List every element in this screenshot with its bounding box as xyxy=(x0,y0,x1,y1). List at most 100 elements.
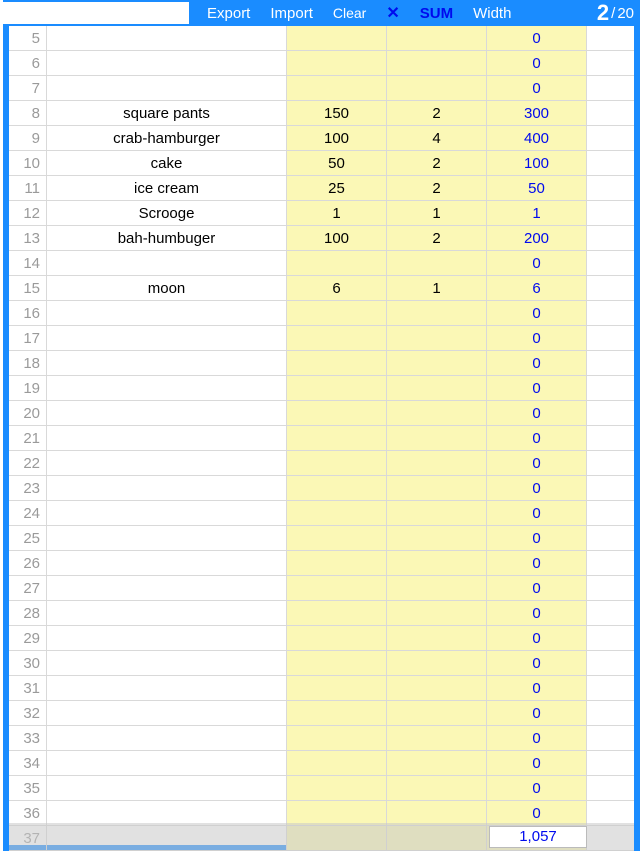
cell-name[interactable] xyxy=(47,351,287,375)
cell-name[interactable]: moon xyxy=(47,276,287,300)
cell-value-b[interactable] xyxy=(387,651,487,675)
row-header[interactable]: 7 xyxy=(9,76,47,100)
formula-input[interactable] xyxy=(3,2,189,24)
row-header[interactable]: 31 xyxy=(9,676,47,700)
row-header[interactable]: 34 xyxy=(9,751,47,775)
cell-value-a[interactable] xyxy=(287,76,387,100)
cell-result[interactable]: 0 xyxy=(487,376,587,400)
cell-value-b[interactable]: 4 xyxy=(387,126,487,150)
cell-value-b[interactable]: 2 xyxy=(387,176,487,200)
cell-value-b[interactable] xyxy=(387,701,487,725)
cell-result[interactable]: 0 xyxy=(487,351,587,375)
cell-value-a[interactable] xyxy=(287,251,387,275)
cell-result[interactable]: 0 xyxy=(487,726,587,750)
row-header[interactable]: 24 xyxy=(9,501,47,525)
cell-value-b[interactable] xyxy=(387,451,487,475)
cell-name[interactable] xyxy=(47,401,287,425)
cell-value-a[interactable] xyxy=(287,451,387,475)
row-header[interactable]: 28 xyxy=(9,601,47,625)
row-header[interactable]: 16 xyxy=(9,301,47,325)
row-header[interactable]: 14 xyxy=(9,251,47,275)
cell-value-a[interactable] xyxy=(287,826,387,850)
cell-name[interactable] xyxy=(47,51,287,75)
cell-result[interactable]: 50 xyxy=(487,176,587,200)
cell-value-b[interactable] xyxy=(387,376,487,400)
cell-result[interactable]: 400 xyxy=(487,126,587,150)
cell-value-b[interactable] xyxy=(387,76,487,100)
cell-name[interactable] xyxy=(47,501,287,525)
cell-name[interactable]: Scrooge xyxy=(47,201,287,225)
cell-value-a[interactable] xyxy=(287,726,387,750)
cell-value-a[interactable] xyxy=(287,501,387,525)
cell-name[interactable] xyxy=(47,801,287,825)
export-button[interactable]: Export xyxy=(197,5,260,22)
cell-name[interactable] xyxy=(47,426,287,450)
cell-value-a[interactable] xyxy=(287,426,387,450)
cell-value-b[interactable]: 2 xyxy=(387,226,487,250)
cell-value-a[interactable] xyxy=(287,651,387,675)
cell-name[interactable]: cake xyxy=(47,151,287,175)
row-header[interactable]: 21 xyxy=(9,426,47,450)
cell-value-b[interactable] xyxy=(387,501,487,525)
cell-result[interactable]: 0 xyxy=(487,576,587,600)
cell-value-b[interactable]: 1 xyxy=(387,276,487,300)
cell-value-a[interactable] xyxy=(287,301,387,325)
row-header[interactable]: 37 xyxy=(9,826,47,850)
cell-result[interactable]: 0 xyxy=(487,51,587,75)
cell-value-a[interactable] xyxy=(287,51,387,75)
cell-name[interactable]: crab-hamburger xyxy=(47,126,287,150)
cell-value-b[interactable] xyxy=(387,426,487,450)
cell-result[interactable]: 0 xyxy=(487,476,587,500)
cell-name[interactable] xyxy=(47,301,287,325)
cell-name[interactable] xyxy=(47,751,287,775)
row-header[interactable]: 35 xyxy=(9,776,47,800)
cell-value-a[interactable] xyxy=(287,626,387,650)
row-header[interactable]: 20 xyxy=(9,401,47,425)
cell-value-a[interactable]: 50 xyxy=(287,151,387,175)
cell-value-a[interactable] xyxy=(287,26,387,50)
cell-name[interactable] xyxy=(47,451,287,475)
cell-value-b[interactable] xyxy=(387,626,487,650)
cell-value-a[interactable] xyxy=(287,551,387,575)
sum-total-box[interactable]: 1,057 xyxy=(489,826,587,848)
cell-result[interactable]: 0 xyxy=(487,326,587,350)
cell-name[interactable] xyxy=(47,826,287,850)
cell-value-a[interactable] xyxy=(287,776,387,800)
row-header[interactable]: 26 xyxy=(9,551,47,575)
cell-result[interactable]: 0 xyxy=(487,401,587,425)
cell-value-b[interactable] xyxy=(387,601,487,625)
cell-result[interactable]: 0 xyxy=(487,801,587,825)
cell-result[interactable]: 0 xyxy=(487,301,587,325)
row-header[interactable]: 8 xyxy=(9,101,47,125)
cell-name[interactable] xyxy=(47,651,287,675)
row-header[interactable]: 32 xyxy=(9,701,47,725)
row-header[interactable]: 27 xyxy=(9,576,47,600)
cell-value-a[interactable] xyxy=(287,476,387,500)
cell-value-a[interactable]: 150 xyxy=(287,101,387,125)
cell-name[interactable]: ice cream xyxy=(47,176,287,200)
cell-result[interactable]: 0 xyxy=(487,651,587,675)
cell-value-a[interactable]: 100 xyxy=(287,226,387,250)
cell-name[interactable] xyxy=(47,526,287,550)
cell-value-b[interactable] xyxy=(387,676,487,700)
cell-name[interactable] xyxy=(47,251,287,275)
cell-value-a[interactable] xyxy=(287,751,387,775)
cell-value-b[interactable] xyxy=(387,326,487,350)
cell-value-b[interactable] xyxy=(387,826,487,850)
clear-button[interactable]: Clear xyxy=(323,5,376,21)
cell-value-b[interactable] xyxy=(387,351,487,375)
cell-name[interactable] xyxy=(47,626,287,650)
row-header[interactable]: 30 xyxy=(9,651,47,675)
import-button[interactable]: Import xyxy=(260,5,323,22)
cell-name[interactable]: square pants xyxy=(47,101,287,125)
cell-result[interactable]: 0 xyxy=(487,601,587,625)
cell-name[interactable] xyxy=(47,26,287,50)
cell-result[interactable]: 0 xyxy=(487,701,587,725)
row-header[interactable]: 13 xyxy=(9,226,47,250)
cell-value-b[interactable] xyxy=(387,401,487,425)
row-header[interactable]: 15 xyxy=(9,276,47,300)
cell-result[interactable]: 0 xyxy=(487,626,587,650)
cell-name[interactable] xyxy=(47,776,287,800)
row-header[interactable]: 11 xyxy=(9,176,47,200)
cell-value-b[interactable]: 1 xyxy=(387,201,487,225)
